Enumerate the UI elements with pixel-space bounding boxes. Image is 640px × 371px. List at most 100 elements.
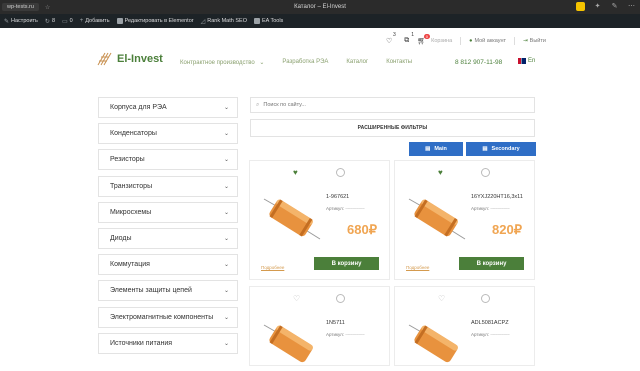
compare-icon[interactable]	[481, 294, 490, 303]
site-search: ⌕	[250, 97, 535, 113]
extension-icon[interactable]	[576, 2, 585, 11]
category-sidebar: Корпуса для РЭА ⌄ Конденсаторы ⌄ Резисторы…	[98, 97, 238, 359]
url-field[interactable]: wp-tests.ru	[2, 3, 39, 11]
capacitor-image	[408, 198, 466, 240]
browser-titlebar: wp-tests.ru ☆ Каталог – El-Invest ✦ ✎ ⋯	[0, 0, 640, 14]
cart-count: 0	[424, 34, 430, 39]
compare-icon[interactable]	[336, 168, 345, 177]
compare-icon[interactable]	[481, 168, 490, 177]
product-card[interactable]: ♥ 16YXJ220HT16,3x11 Артикул: -----------…	[394, 160, 535, 280]
admin-customize[interactable]: ✎ Настроить	[4, 18, 38, 25]
compare-count: 1	[411, 32, 415, 38]
nav-item-contacts[interactable]: Контакты	[386, 59, 412, 66]
pen-icon[interactable]: ✎	[610, 2, 619, 11]
admin-elementor[interactable]: Редактировать в Elementor	[116, 18, 194, 24]
product-sku[interactable]: 1-967621	[326, 194, 349, 200]
category-item[interactable]: Резисторы ⌄	[98, 149, 238, 171]
product-card[interactable]: ♥ 1-967621 Артикул: ---------------- 680…	[249, 160, 390, 280]
chevron-down-icon: ⌄	[223, 340, 229, 347]
product-details-link[interactable]: Подробнее	[406, 265, 429, 270]
category-item[interactable]: Микросхемы ⌄	[98, 201, 238, 223]
product-card[interactable]: ♡ ADL5081ACPZ Артикул: ----------------	[394, 286, 535, 366]
category-item[interactable]: Конденсаторы ⌄	[98, 123, 238, 145]
phone-number[interactable]: 8 812 907-11-98	[455, 59, 502, 66]
chevron-down-icon: ⌄	[223, 235, 229, 242]
search-input[interactable]	[263, 102, 464, 108]
wp-admin-bar: ✎ Настроить ↻ 8 ▭ 0 + Добавить Редактиро…	[0, 14, 640, 28]
admin-rankmath[interactable]: ◿ Rank Math SEO	[201, 18, 247, 25]
product-sku[interactable]: 16YXJ220HT16,3x11	[471, 194, 523, 200]
plus-icon: +	[79, 18, 84, 24]
category-item[interactable]: Корпуса для РЭА ⌄	[98, 97, 238, 118]
admin-updates[interactable]: ↻ 8	[45, 18, 55, 25]
chevron-down-icon: ⌄	[223, 105, 229, 111]
product-sku[interactable]: ADL5081ACPZ	[471, 320, 509, 326]
table-icon: ▤	[482, 146, 488, 152]
brush-icon: ✎	[4, 18, 10, 25]
nav-item-contract[interactable]: Контрактное производство ⌄	[180, 59, 264, 66]
table-icon: ▤	[425, 146, 431, 152]
wishlist-count: 3	[393, 32, 396, 38]
rankmath-icon: ◿	[200, 18, 206, 25]
wishlist-heart-icon[interactable]: ♥	[293, 168, 298, 177]
cart-label: Корзина	[431, 38, 453, 44]
chevron-down-icon: ⌄	[223, 131, 229, 138]
heart-icon: ♡	[386, 38, 393, 45]
filter-secondary-button[interactable]: ▤ Secondary	[466, 142, 536, 156]
admin-add-new[interactable]: + Добавить	[80, 18, 110, 24]
filter-main-button[interactable]: ▤ Main	[409, 142, 463, 156]
admin-comments[interactable]: ▭ 0	[62, 18, 73, 25]
nav-item-development[interactable]: Разработка РЭА	[282, 59, 328, 66]
user-icon: ●	[469, 38, 473, 44]
category-item[interactable]: Электромагнитные компоненты ⌄	[98, 306, 238, 328]
category-item[interactable]: Транзисторы ⌄	[98, 175, 238, 197]
cart-button[interactable]: 🛒︎ 0 Корзина	[417, 34, 453, 45]
product-details-link[interactable]: Подробнее	[261, 265, 284, 270]
site-logo[interactable]: El-Invest	[97, 52, 163, 66]
compare-icon[interactable]	[336, 294, 345, 303]
wishlist-heart-icon[interactable]: ♡	[438, 294, 445, 303]
compare-button[interactable]: ⧉ 1	[404, 32, 414, 45]
divider	[514, 37, 516, 45]
wishlist-button[interactable]: ♡ 3	[386, 32, 396, 45]
admin-ea-tools[interactable]: EA Tools	[253, 18, 283, 24]
compare-icon: ⧉	[404, 37, 410, 44]
add-to-cart-button[interactable]: В корзину	[314, 257, 379, 270]
comment-icon: ▭	[62, 18, 68, 25]
language-switcher[interactable]: En	[518, 58, 535, 64]
capacitor-image	[263, 198, 321, 240]
logout-link[interactable]: ⇥ Выйти	[523, 38, 546, 44]
logout-icon: ⇥	[523, 38, 528, 44]
product-sku[interactable]: 1N5711	[326, 320, 345, 326]
wishlist-heart-icon[interactable]: ♡	[293, 294, 300, 303]
category-item[interactable]: Диоды ⌄	[98, 227, 238, 249]
logo-icon	[97, 52, 112, 66]
product-article: Артикул: ----------------	[471, 206, 510, 211]
category-item[interactable]: Источники питания ⌄	[98, 332, 238, 354]
account-link[interactable]: ● Мой аккаунт	[469, 38, 506, 44]
chevron-down-icon: ⌄	[223, 262, 229, 269]
menu-icon[interactable]: ⋯	[627, 2, 636, 11]
product-article: Артикул: ----------------	[326, 206, 365, 211]
category-item[interactable]: Коммутация ⌄	[98, 254, 238, 276]
chevron-down-icon: ⌄	[223, 209, 229, 216]
window-title: Каталог – El-Invest	[294, 4, 346, 10]
search-icon: ⌕	[256, 101, 260, 108]
chevron-down-icon: ⌄	[223, 183, 229, 190]
site-header: ♡ 3 ⧉ 1 🛒︎ 0 Корзина ● Мой аккаунт ⇥ Вый…	[0, 28, 640, 88]
nav-item-catalog[interactable]: Каталог	[346, 59, 368, 66]
product-card[interactable]: ♡ 1N5711 Артикул: ----------------	[249, 286, 390, 366]
header-tools: ♡ 3 ⧉ 1 🛒︎ 0 Корзина ● Мой аккаунт ⇥ Вый…	[386, 32, 546, 45]
puzzle-icon[interactable]: ✦	[593, 2, 602, 11]
uk-flag-icon	[518, 58, 526, 64]
capacitor-image	[408, 324, 458, 363]
chevron-down-icon: ⌄	[223, 157, 229, 164]
advanced-filters-toggle[interactable]: РАСШИРЕННЫЕ ФИЛЬТРЫ	[250, 119, 535, 137]
product-article: Артикул: ----------------	[471, 332, 510, 337]
wishlist-heart-icon[interactable]: ♥	[438, 168, 443, 177]
add-to-cart-button[interactable]: В корзину	[459, 257, 524, 270]
category-item[interactable]: Элементы защиты цепей ⌄	[98, 280, 238, 302]
bookmark-icon[interactable]: ☆	[45, 4, 50, 11]
ea-icon	[253, 18, 260, 24]
product-price: 820₽	[492, 222, 522, 237]
